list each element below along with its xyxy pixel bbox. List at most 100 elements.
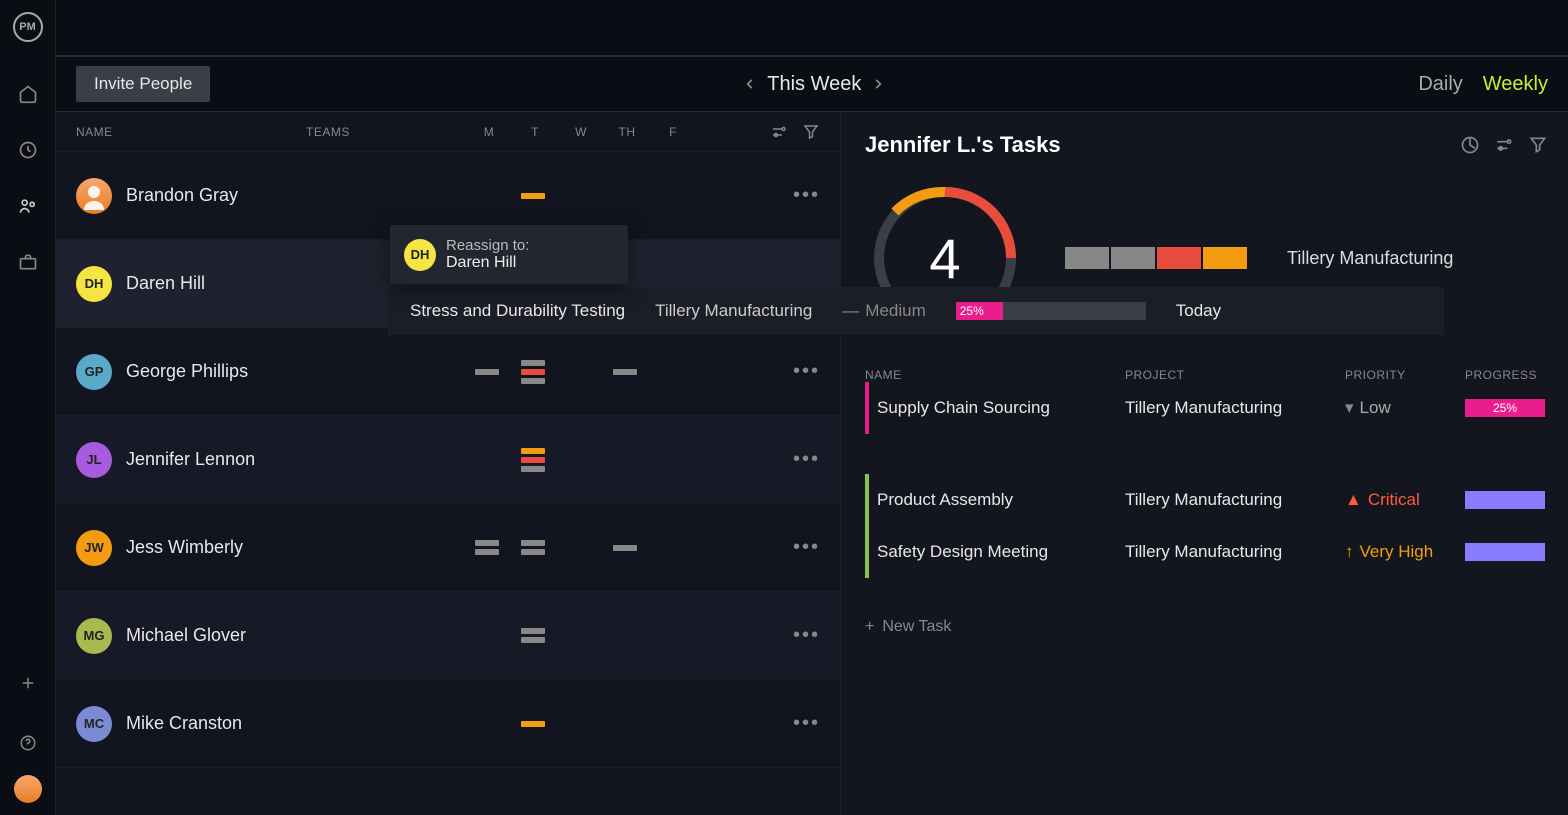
task-project: Tillery Manufacturing [1125,490,1345,510]
task-name: Product Assembly [869,490,1125,510]
avatar: GP [76,354,112,390]
settings-icon[interactable] [770,123,788,141]
topbar: Invite People This Week Daily Weekly [56,56,1568,112]
app-logo: PM [13,12,43,42]
col-teams: TEAMS [306,125,466,139]
view-daily[interactable]: Daily [1418,73,1462,96]
people-list-header: NAME TEAMS M T W TH F [56,112,840,152]
person-name: Mike Cranston [126,713,242,734]
workload-bars [464,680,556,767]
person-row[interactable]: GP George Phillips ••• [56,328,840,416]
color-palette [1065,247,1247,269]
task-name: Supply Chain Sourcing [869,398,1125,418]
week-label: This Week [767,73,861,96]
task-project: Tillery Manufacturing [1125,542,1345,562]
thdr-progress: PROGRESS [1465,368,1548,382]
dash-icon: — [842,301,859,321]
person-name: Brandon Gray [126,185,238,206]
task-name: Safety Design Meeting [869,542,1125,562]
workload-bars [464,328,648,415]
task-name: Stress and Durability Testing [410,301,625,321]
prev-week-icon[interactable] [743,77,757,91]
filter-icon[interactable] [1528,135,1548,155]
thdr-priority: PRIORITY [1345,368,1465,382]
person-name: Daren Hill [126,273,205,294]
invite-people-button[interactable]: Invite People [76,66,210,102]
workload-bars [464,504,648,591]
next-week-icon[interactable] [871,77,885,91]
task-priority: ▾ Low [1345,398,1465,418]
filter-icon[interactable] [802,123,820,141]
person-row[interactable]: MC Mike Cranston ••• [56,680,840,768]
person-row[interactable]: MG Michael Glover ••• [56,592,840,680]
task-progress: 25% [956,302,1146,320]
thdr-name: NAME [865,368,1125,382]
person-name: Jennifer Lennon [126,449,255,470]
week-navigator: This Week [743,73,885,96]
reassign-target: Daren Hill [446,254,529,272]
nav-home-icon[interactable] [0,66,56,122]
plus-icon: + [865,618,874,636]
dragged-task-card[interactable]: Stress and Durability Testing Tillery Ma… [388,287,1444,335]
task-progress [1465,543,1548,561]
more-icon[interactable]: ••• [793,624,820,647]
view-weekly[interactable]: Weekly [1483,73,1548,96]
nav-help-icon[interactable] [0,715,56,771]
tasks-panel-title: Jennifer L.'s Tasks [865,132,1061,158]
col-day-w: W [558,125,604,139]
more-icon[interactable]: ••• [793,712,820,735]
workload-bars [464,592,556,679]
workload-bars [464,416,556,503]
person-name: George Phillips [126,361,248,382]
person-row[interactable]: JW Jess Wimberly ••• [56,504,840,592]
task-due: Today [1176,301,1221,321]
task-row[interactable]: Safety Design Meeting Tillery Manufactur… [865,526,1568,578]
more-icon[interactable]: ••• [793,184,820,207]
task-project: Tillery Manufacturing [655,301,812,321]
more-icon[interactable]: ••• [793,448,820,471]
chart-icon[interactable] [1460,135,1480,155]
task-progress: 25% [1465,399,1548,417]
reassign-tooltip: DH Reassign to: Daren Hill [390,225,628,284]
nav-add-icon[interactable] [0,655,56,711]
chevron-down-icon: ▾ [1345,398,1354,418]
col-day-t: T [512,125,558,139]
task-project: Tillery Manufacturing [1125,398,1345,418]
avatar: JL [76,442,112,478]
more-icon[interactable]: ••• [793,360,820,383]
avatar: JW [76,530,112,566]
task-list-header: NAME PROJECT PRIORITY PROGRESS [865,368,1568,382]
col-day-f: F [650,125,696,139]
content-area: NAME TEAMS M T W TH F Brandon Gray [56,112,1568,815]
nav-briefcase-icon[interactable] [0,234,56,290]
avatar: DH [404,239,436,271]
task-priority: ↑ Very High [1345,542,1465,562]
nav-sidebar: PM [0,0,56,815]
thdr-project: PROJECT [1125,368,1345,382]
task-priority: ▲ Critical [1345,490,1465,510]
person-name: Jess Wimberly [126,537,243,558]
reassign-label: Reassign to: [446,237,529,254]
avatar: DH [76,266,112,302]
person-row[interactable]: JL Jennifer Lennon ••• [56,416,840,504]
more-icon[interactable]: ••• [793,536,820,559]
settings-icon[interactable] [1494,135,1514,155]
task-priority: — Medium [842,301,925,321]
col-day-m: M [466,125,512,139]
task-row[interactable]: Supply Chain Sourcing Tillery Manufactur… [865,382,1568,434]
people-panel: NAME TEAMS M T W TH F Brandon Gray [56,112,840,815]
avatar: MC [76,706,112,742]
task-progress [1465,491,1548,509]
new-task-button[interactable]: + New Task [865,618,1568,636]
fire-icon: ▲ [1345,490,1362,510]
task-row[interactable]: Product Assembly Tillery Manufacturing ▲… [865,474,1568,526]
tasks-panel: Jennifer L.'s Tasks 4 [840,112,1568,815]
current-user-avatar[interactable] [14,775,42,803]
nav-clock-icon[interactable] [0,122,56,178]
person-name: Michael Glover [126,625,246,646]
col-day-th: TH [604,125,650,139]
view-toggle: Daily Weekly [1418,73,1548,96]
nav-people-icon[interactable] [0,178,56,234]
main: Invite People This Week Daily Weekly NAM… [56,0,1568,815]
arrow-up-icon: ↑ [1345,542,1354,562]
